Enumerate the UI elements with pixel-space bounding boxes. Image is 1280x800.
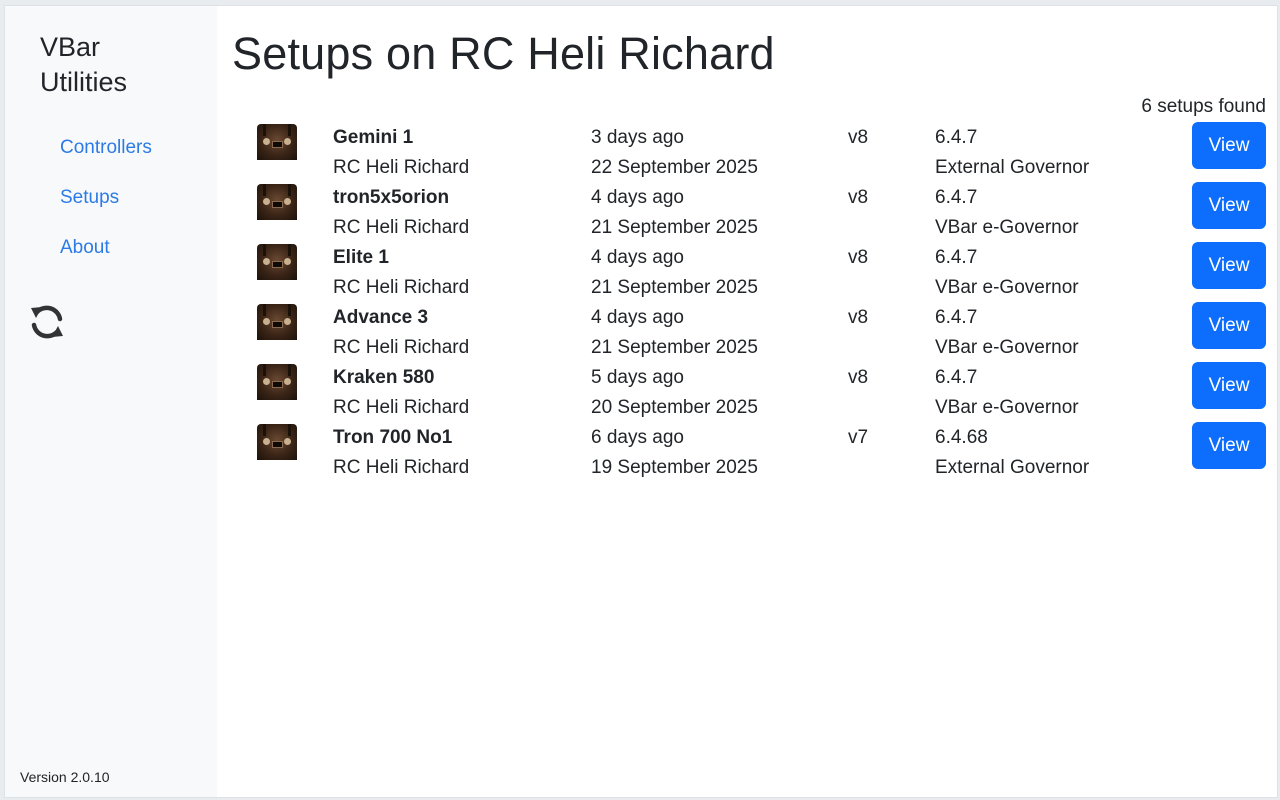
setup-relative-time: 6 days ago <box>591 427 684 448</box>
setup-row: Kraken 580 RC Heli Richard 5 days ago 20 Se… <box>217 362 1277 422</box>
setup-governor: External Governor <box>935 157 1090 178</box>
setup-device: RC Heli Richard <box>333 157 470 178</box>
nav-setups[interactable]: Setups <box>60 186 152 236</box>
controller-thumbnail <box>257 184 297 220</box>
setup-device: RC Heli Richard <box>333 277 470 298</box>
setup-row: Tron 700 No1 RC Heli Richard 6 days ago 19 … <box>217 422 1277 482</box>
setup-relative-time: 5 days ago <box>591 367 684 388</box>
setup-governor: VBar e-Governor <box>935 277 1079 298</box>
setup-hardware-version: v8 <box>848 367 869 388</box>
setup-hardware-version: v8 <box>848 187 869 208</box>
setup-row: tron5x5orion RC Heli Richard 4 days ago 21 … <box>217 182 1277 242</box>
view-button[interactable]: View <box>1192 362 1266 409</box>
nav-controllers[interactable]: Controllers <box>60 136 152 186</box>
setup-date: 20 September 2025 <box>591 397 758 418</box>
controller-thumbnail <box>257 304 297 340</box>
setup-hardware-version: v8 <box>848 127 869 148</box>
setup-device: RC Heli Richard <box>333 457 470 478</box>
main-content: Setups on RC Heli Richard 6 setups found… <box>217 6 1277 797</box>
controller-thumbnail <box>257 364 297 400</box>
setup-hardware-version: v8 <box>848 247 869 268</box>
setup-governor: VBar e-Governor <box>935 337 1079 358</box>
setup-firmware-version: 6.4.7 <box>935 367 978 388</box>
setup-relative-time: 4 days ago <box>591 187 684 208</box>
setup-relative-time: 4 days ago <box>591 247 684 268</box>
setups-count: 6 setups found <box>1141 96 1266 117</box>
controller-thumbnail <box>257 244 297 280</box>
view-button[interactable]: View <box>1192 302 1266 349</box>
setup-firmware-version: 6.4.68 <box>935 427 988 448</box>
setup-row: Elite 1 RC Heli Richard 4 days ago 21 Septe… <box>217 242 1277 302</box>
setup-name: Advance 3 <box>333 307 429 328</box>
sidebar: VBar Utilities Controllers Setups About … <box>5 6 217 797</box>
app-brand: VBar Utilities <box>40 32 128 97</box>
sidebar-nav: Controllers Setups About <box>60 136 152 286</box>
setup-row: Gemini 1 RC Heli Richard 3 days ago 22 Sept… <box>217 122 1277 182</box>
setup-firmware-version: 6.4.7 <box>935 307 978 328</box>
setup-governor: VBar e-Governor <box>935 397 1079 418</box>
setup-relative-time: 3 days ago <box>591 127 684 148</box>
setups-list: Gemini 1 RC Heli Richard 3 days ago 22 Sept… <box>217 122 1277 482</box>
view-button[interactable]: View <box>1192 182 1266 229</box>
setup-governor: External Governor <box>935 457 1090 478</box>
setup-date: 22 September 2025 <box>591 157 758 178</box>
view-button[interactable]: View <box>1192 242 1266 289</box>
setup-device: RC Heli Richard <box>333 337 470 358</box>
refresh-icon[interactable] <box>27 302 67 342</box>
view-button[interactable]: View <box>1192 422 1266 469</box>
controller-thumbnail <box>257 124 297 160</box>
setup-date: 21 September 2025 <box>591 337 758 358</box>
setup-name: Gemini 1 <box>333 127 414 148</box>
setup-date: 19 September 2025 <box>591 457 758 478</box>
setup-name: Tron 700 No1 <box>333 427 453 448</box>
setup-hardware-version: v7 <box>848 427 869 448</box>
setup-date: 21 September 2025 <box>591 277 758 298</box>
setup-name: Elite 1 <box>333 247 389 268</box>
setup-date: 21 September 2025 <box>591 217 758 238</box>
setup-row: Advance 3 RC Heli Richard 4 days ago 21 Sep… <box>217 302 1277 362</box>
controller-thumbnail <box>257 424 297 460</box>
setup-relative-time: 4 days ago <box>591 307 684 328</box>
view-button[interactable]: View <box>1192 122 1266 169</box>
setup-name: tron5x5orion <box>333 187 450 208</box>
setup-firmware-version: 6.4.7 <box>935 127 978 148</box>
setup-firmware-version: 6.4.7 <box>935 247 978 268</box>
setup-device: RC Heli Richard <box>333 217 470 238</box>
setup-name: Kraken 580 <box>333 367 435 388</box>
setup-governor: VBar e-Governor <box>935 217 1079 238</box>
nav-about[interactable]: About <box>60 236 152 286</box>
app-window: VBar Utilities Controllers Setups About … <box>4 5 1278 798</box>
setup-device: RC Heli Richard <box>333 397 470 418</box>
setup-firmware-version: 6.4.7 <box>935 187 978 208</box>
page-title: Setups on RC Heli Richard <box>232 28 775 79</box>
version-label: Version 2.0.10 <box>20 769 110 785</box>
setup-hardware-version: v8 <box>848 307 869 328</box>
